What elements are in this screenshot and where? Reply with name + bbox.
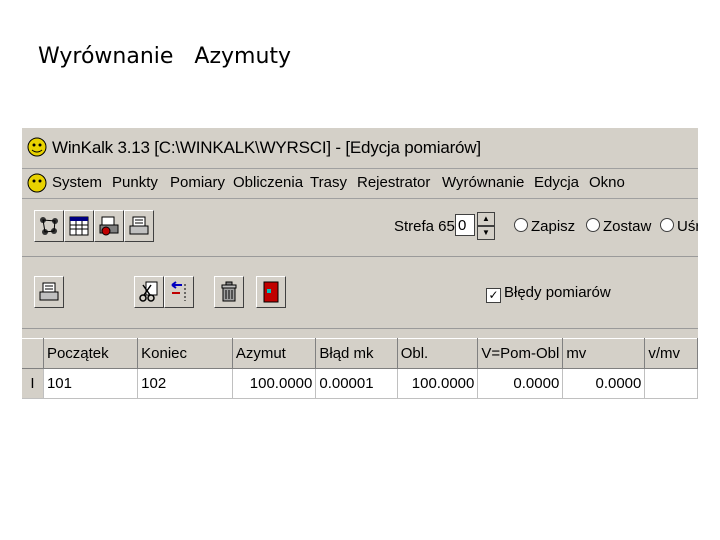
delete-button[interactable] [214, 276, 244, 308]
menu-edycja[interactable]: Edycja [534, 174, 579, 191]
spin-down-icon[interactable]: ▼ [477, 226, 495, 240]
row-cursor-icon[interactable]: I [22, 368, 44, 399]
strefa-label: Strefa 65: [394, 218, 460, 235]
menu-punkty[interactable]: Punkty [112, 174, 158, 191]
corner-cell [22, 338, 44, 369]
table-cell[interactable]: 0.0000 [562, 368, 646, 399]
network-icon [40, 217, 58, 235]
print-button[interactable] [124, 210, 154, 242]
strefa-input[interactable] [455, 214, 475, 236]
table-cell[interactable]: 102 [137, 368, 233, 399]
table-cell[interactable] [644, 368, 698, 399]
radio-label: Zapisz [531, 218, 576, 235]
scissors-icon [139, 281, 158, 302]
table-cell[interactable]: 0.00001 [315, 368, 398, 399]
menu-obliczenia[interactable]: Obliczenia [233, 174, 303, 191]
print-preview-icon [99, 216, 119, 236]
table-icon [69, 216, 89, 236]
menu-app-icon[interactable] [26, 172, 48, 194]
table-cell[interactable]: 0.0000 [477, 368, 564, 399]
menu-wyrownanie[interactable]: Wyrównanie [442, 174, 524, 191]
column-header[interactable]: mv [562, 338, 646, 369]
trash-icon [221, 281, 237, 302]
checkbox-box: ✓ [486, 288, 501, 303]
table-cell[interactable]: 100.0000 [232, 368, 317, 399]
exit-button[interactable] [256, 276, 286, 308]
bledy-checkbox[interactable]: ✓ Błędy pomiarów [486, 284, 611, 303]
app-window: WinKalk 3.13 [C:\WINKALK\WYRSCI] - [Edyc… [22, 128, 698, 454]
radio-zapisz[interactable]: Zapisz [514, 218, 575, 235]
printer-icon [39, 282, 59, 301]
column-header[interactable]: Początek [43, 338, 139, 369]
column-header[interactable]: v/mv [644, 338, 698, 369]
title-bar: WinKalk 3.13 [C:\WINKALK\WYRSCI] - [Edyc… [22, 128, 698, 169]
column-header[interactable]: Obl. [397, 338, 479, 369]
move-icon [171, 281, 186, 301]
window-title: WinKalk 3.13 [C:\WINKALK\WYRSCI] - [Edyc… [52, 138, 481, 157]
checkbox-label: Błędy pomiarów [504, 284, 611, 301]
toolbar-bottom: ✓ Błędy pomiarów [22, 258, 698, 329]
print-button-2[interactable] [34, 276, 64, 308]
measurement-grid: Początek Koniec Azymut Błąd mk Obl. V=Po… [22, 338, 698, 454]
measurement-table: Początek Koniec Azymut Błąd mk Obl. V=Po… [22, 338, 698, 454]
table-row-empty [22, 398, 698, 454]
exit-door-icon [263, 281, 279, 303]
table-button[interactable] [64, 210, 94, 242]
radio-dot [660, 218, 674, 232]
menu-rejestrator[interactable]: Rejestrator [357, 174, 430, 191]
row-header [22, 398, 44, 454]
radio-dot [514, 218, 528, 232]
print-preview-button[interactable] [94, 210, 124, 242]
radio-label: Uśr [677, 218, 698, 235]
table-header-row: Początek Koniec Azymut Błąd mk Obl. V=Po… [22, 338, 698, 369]
spin-up-icon[interactable]: ▲ [477, 212, 495, 226]
column-header[interactable]: Błąd mk [315, 338, 398, 369]
network-button[interactable] [34, 210, 64, 242]
column-header[interactable]: V=Pom-Obl [477, 338, 564, 369]
menu-okno[interactable]: Okno [589, 174, 625, 191]
radio-dot [586, 218, 600, 232]
strefa-spinner[interactable]: ▲ ▼ [477, 212, 495, 242]
table-cell[interactable]: 100.0000 [397, 368, 479, 399]
move-button[interactable] [164, 276, 194, 308]
radio-zostaw[interactable]: Zostaw [586, 218, 651, 235]
table-row[interactable]: I 101 102 100.0000 0.00001 100.0000 0.00… [22, 368, 698, 399]
printer-icon [129, 216, 149, 235]
slide-title: Wyrównanie Azymuty [38, 44, 292, 69]
radio-usr[interactable]: Uśr [660, 218, 698, 235]
radio-label: Zostaw [603, 218, 652, 235]
cut-button[interactable] [134, 276, 164, 308]
app-icon [27, 137, 47, 157]
column-header[interactable]: Koniec [137, 338, 233, 369]
toolbar-top: Strefa 65: ▲ ▼ Zapisz Zostaw Uśr [22, 200, 698, 257]
table-cell[interactable]: 101 [43, 368, 139, 399]
menu-system[interactable]: System [52, 174, 102, 191]
menu-trasy[interactable]: Trasy [310, 174, 347, 191]
column-header[interactable]: Azymut [232, 338, 317, 369]
menu-pomiary[interactable]: Pomiary [170, 174, 225, 191]
menu-bar: System Punkty Pomiary Obliczenia Trasy R… [22, 168, 698, 199]
